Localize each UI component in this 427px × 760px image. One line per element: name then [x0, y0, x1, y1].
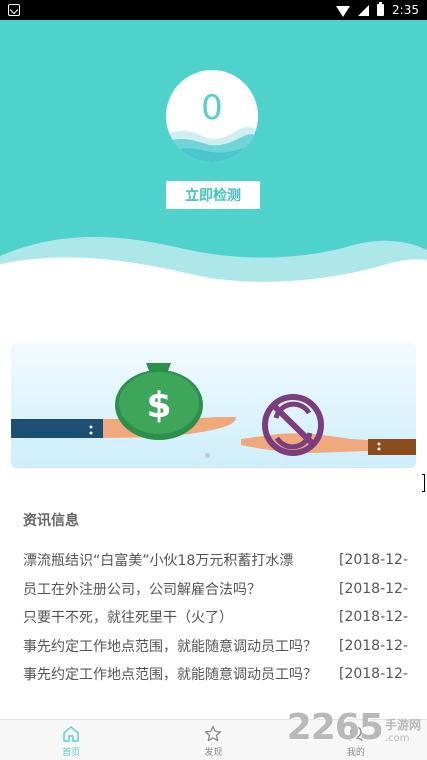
news-item[interactable]: 漂流瓶结识“白富美”小伙18万元积蓄打水漂 [2018-12-	[23, 546, 408, 575]
gauge-value: 0	[201, 88, 223, 128]
news-item-date: [2018-12-	[339, 552, 408, 569]
news-item[interactable]: 员工在外注册公司，公司解雇合法吗？ [2018-12-	[23, 575, 408, 604]
news-item[interactable]: 事先约定工作地点范围，就能随意调动员工吗？ [2018-12-	[23, 632, 408, 661]
left-sleeve	[11, 419, 103, 438]
hero-waves	[0, 236, 427, 300]
home-icon	[63, 726, 79, 742]
score-gauge: 0	[166, 70, 258, 162]
news-item-title: 事先约定工作地点范围，就能随意调动员工吗？	[23, 638, 317, 655]
watermark-number: 2265	[286, 707, 384, 748]
news-item-date: [2018-12-	[339, 637, 408, 654]
news-item-title: 事先约定工作地点范围，就能随意调动员工吗？	[23, 667, 317, 684]
news-item-title: 员工在外注册公司，公司解雇合法吗？	[23, 581, 261, 598]
svg-text:$: $	[146, 385, 171, 426]
promo-banner[interactable]: $	[11, 343, 416, 468]
status-time: 2:35	[392, 3, 419, 17]
wifi-icon	[336, 5, 351, 17]
news-item[interactable]: 事先约定工作地点范围，就能随意调动员工吗？ [2018-12-	[23, 660, 408, 689]
news-item-date: [2018-12-	[339, 609, 408, 626]
notification-icon	[8, 4, 20, 16]
news-section: 资讯信息 漂流瓶结识“白富美”小伙18万元积蓄打水漂 [2018-12- 员工在…	[23, 510, 408, 689]
banner-dot[interactable]	[205, 453, 210, 458]
banner-illustration: $	[11, 363, 416, 456]
news-item-title: 只要干不死，就往死里干（火了）	[23, 610, 233, 627]
tab-home-label: 首页	[62, 748, 81, 758]
watermark-cn: 手游网	[384, 718, 421, 732]
news-item-date: [2018-12-	[339, 666, 408, 683]
tab-discover[interactable]: 发现	[142, 720, 284, 760]
site-watermark: 2265 手游网 .com	[287, 710, 421, 746]
news-item[interactable]: 只要干不死，就往死里干（火了） [2018-12-	[23, 603, 408, 632]
text-cursor-icon	[422, 474, 425, 492]
news-item-title: 漂流瓶结识“白富美”小伙18万元积蓄打水漂	[23, 553, 294, 570]
status-bar: 2:35	[0, 0, 427, 20]
banner-pagination[interactable]	[205, 453, 210, 458]
detect-now-button[interactable]: 立即检测	[166, 181, 260, 209]
tab-discover-label: 发现	[204, 748, 223, 758]
news-section-title: 资讯信息	[23, 513, 79, 529]
battery-icon	[377, 2, 385, 16]
watermark-en: .com	[384, 733, 410, 744]
news-item-date: [2018-12-	[339, 580, 408, 597]
money-bag-icon: $	[115, 363, 203, 440]
status-right: 2:35	[336, 0, 419, 20]
signal-icon	[358, 4, 370, 16]
news-list: 漂流瓶结识“白富美”小伙18万元积蓄打水漂 [2018-12- 员工在外注册公司…	[23, 546, 408, 689]
tab-home[interactable]: 首页	[0, 720, 142, 760]
star-icon	[205, 725, 222, 742]
right-sleeve	[368, 439, 416, 455]
no-refund-icon	[262, 394, 324, 456]
